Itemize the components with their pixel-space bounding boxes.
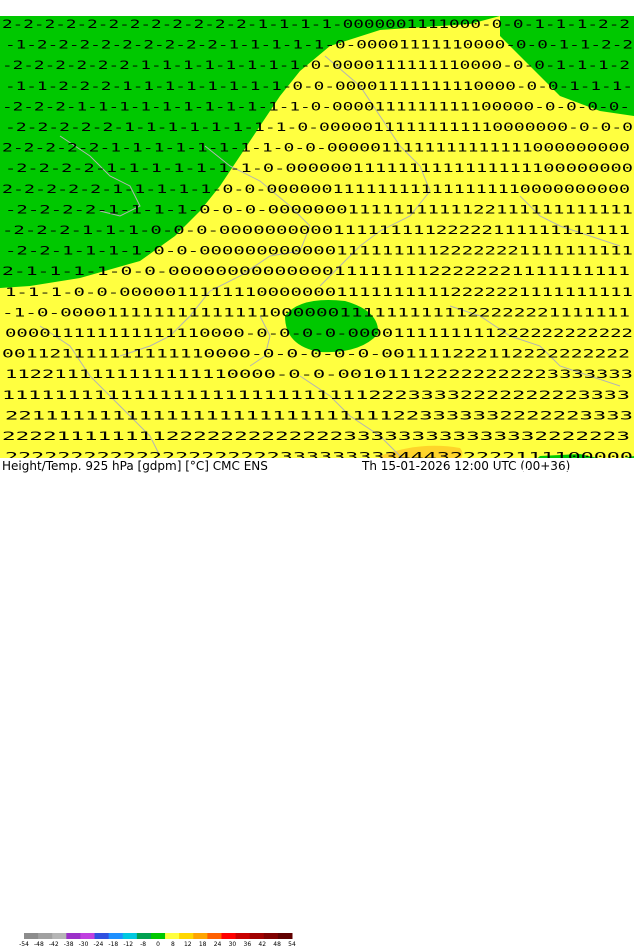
- color-scale-swatch: [136, 933, 152, 939]
- color-scale-swatch: [221, 933, 237, 939]
- temperature-label-row: -2-2-2-2-2-2-1-1-1-1-1-1-1-1-0-000011111…: [2, 58, 630, 72]
- color-scale-swatch: [263, 933, 279, 939]
- temperature-label-row: 2-1-1-1-1-0-0-00000000000000111111112222…: [2, 264, 630, 278]
- temperature-label-row: -1-0-00001111111111111100000011111111111…: [2, 305, 630, 319]
- weather-map: 2-2-2-2-2-2-2-2-2-2-2-2-1-1-1-1-00000011…: [0, 16, 634, 474]
- color-scale-tick: 54: [288, 941, 296, 947]
- color-scale-swatch: [122, 933, 138, 939]
- temperature-label-row: -2-2-2-1-1-1-1-1-1-1-1-1-1-1-0-000011111…: [2, 99, 630, 113]
- color-scale-tick: 0: [156, 941, 160, 947]
- color-scale-legend: -54 -48 -42 -38 -30 -24 -18 -12 -8 0 8 12 18 24 30 36 42…: [19, 933, 296, 947]
- color-scale-swatch: [207, 933, 222, 939]
- color-scale-bars: [24, 933, 293, 939]
- temperature-label-row: 1111111111111111111111111111222333322222…: [2, 388, 630, 402]
- map-title: Height/Temp. 925 hPa [gdpm] [°C] CMC ENS: [2, 459, 268, 473]
- watermark: ©weatheronline.co.uk: [488, 466, 611, 479]
- color-scale-tick: -18: [108, 941, 118, 947]
- color-scale-swatch: [80, 933, 96, 939]
- temperature-label-row: -2-2-2-2-1-1-1-1-0-0-0-00000001111111111…: [5, 202, 633, 216]
- color-scale-tick: -48: [34, 941, 44, 947]
- color-scale-swatch: [179, 933, 194, 939]
- color-scale-ticks: -54 -48 -42 -38 -30 -24 -18 -12 -8 0 8 12 18 24 30 36 42…: [19, 941, 296, 947]
- temperature-label-row: 1-1-1-0-0-000001111111000000011111111112…: [5, 285, 633, 299]
- color-scale-tick: -12: [123, 941, 133, 947]
- color-scale-swatch: [165, 933, 180, 939]
- color-scale-swatch: [66, 933, 81, 939]
- temperature-label-row: -2-2-2-2-2-1-1-1-1-1-1-1-1-0-00000111111…: [5, 120, 633, 134]
- color-scale-tick: -30: [79, 941, 89, 947]
- temperature-label-row: 2-2-2-2-2-2-2-2-2-2-2-2-1-1-1-1-00000011…: [2, 17, 630, 31]
- temperature-label-row: -1-2-2-2-2-2-2-2-2-2-1-1-1-1-1-0-0000111…: [5, 38, 633, 52]
- color-scale-tick: 30: [229, 941, 237, 947]
- color-scale-tick: -24: [94, 941, 104, 947]
- color-scale-tick: 8: [171, 941, 175, 947]
- temperature-label-row: -2-2-1-1-1-1-0-0-00000000000011111111122…: [5, 244, 633, 258]
- temperature-label-row: -2-2-2-2-1-1-1-1-1-1-1-0-000000111111111…: [5, 161, 633, 175]
- color-scale-tick: 24: [214, 941, 222, 947]
- color-scale-swatch: [277, 933, 293, 939]
- temperature-label-row: 2-2-2-2-2-1-1-1-1-1-1-1-1-0-0-0000011111…: [2, 141, 630, 155]
- color-scale-swatch: [193, 933, 208, 939]
- color-scale-swatch: [24, 933, 39, 939]
- temperature-label-row: 1122111111111111110000-0-0-0010111222222…: [5, 367, 633, 381]
- temperature-label-row: 2211111111111111111111111111122333333222…: [5, 408, 633, 422]
- color-scale-tick: 18: [199, 941, 207, 947]
- color-scale-tick: 42: [258, 941, 266, 947]
- color-scale-tick: -38: [64, 941, 74, 947]
- color-scale-swatch: [52, 933, 67, 939]
- temperature-label-row: 2-2-2-2-2-1-1-1-1-1-0-0-0000001111111111…: [2, 182, 630, 196]
- color-scale-swatch: [249, 933, 265, 939]
- temperature-label-row: 001121111111111110000-0-0-0-0-0-00111122…: [2, 347, 630, 361]
- temperature-label-row: -1-1-2-2-2-1-1-1-1-1-1-1-1-0-0-000011111…: [5, 79, 633, 93]
- color-scale-tick: 36: [244, 941, 252, 947]
- color-scale-tick: 48: [273, 941, 281, 947]
- color-scale-tick: -42: [49, 941, 59, 947]
- temperature-label-row: 2222111111112222222222222333333333333332…: [2, 429, 630, 443]
- temperature-label-row: 000011111111111110000-0-0-0-0-0000111111…: [5, 326, 633, 340]
- color-scale-swatch: [38, 933, 53, 939]
- color-scale-tick: -8: [140, 941, 146, 947]
- color-scale-swatch: [235, 933, 251, 939]
- temperature-label-row: -2-2-2-1-1-1-0-0-0-000000000011111111122…: [2, 223, 630, 237]
- color-scale-tick: -54: [19, 941, 29, 947]
- color-scale-swatch: [150, 933, 166, 939]
- color-scale-tick: 12: [184, 941, 192, 947]
- color-scale-swatch: [108, 933, 124, 939]
- color-scale-swatch: [94, 933, 110, 939]
